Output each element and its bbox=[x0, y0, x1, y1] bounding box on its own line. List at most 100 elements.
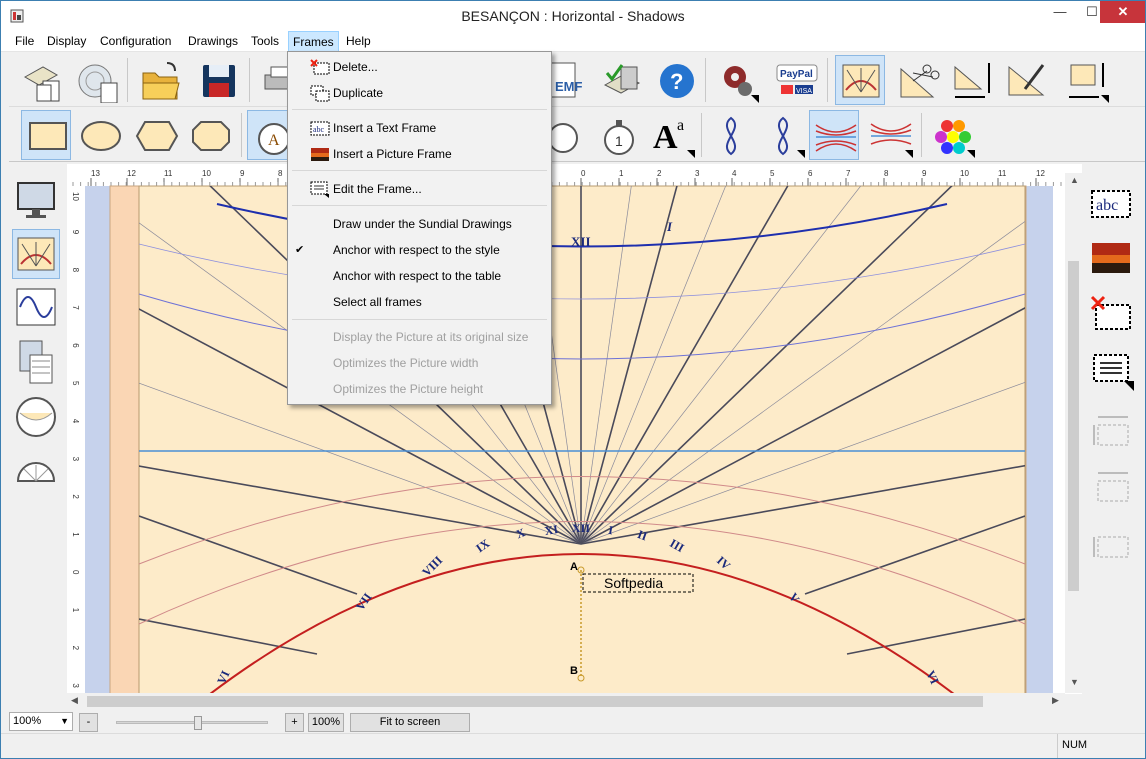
calculate-button[interactable] bbox=[597, 55, 647, 105]
menu-item-duplicate[interactable]: Duplicate bbox=[288, 81, 551, 105]
menu-item-select-all[interactable]: Select all frames bbox=[288, 290, 551, 314]
top-ruler-label: 10 bbox=[202, 169, 211, 178]
menu-item-delete[interactable]: Delete... bbox=[288, 55, 551, 79]
edit-frame-button[interactable] bbox=[1088, 345, 1138, 395]
menu-item-insert-text-frame-label: Insert a Text Frame bbox=[333, 121, 437, 135]
zoom-slider-track[interactable] bbox=[116, 721, 268, 724]
menu-frames[interactable]: Frames bbox=[288, 31, 339, 52]
top-ruler-label: 0 bbox=[581, 169, 586, 178]
close-button[interactable]: ✕ bbox=[1100, 1, 1145, 23]
scroll-left-arrow-icon[interactable]: ◀ bbox=[71, 695, 78, 706]
menu-item-optimize-width[interactable]: Optimizes the Picture width bbox=[288, 351, 551, 375]
date-lines-button[interactable] bbox=[809, 110, 859, 160]
octagon-shape-button[interactable] bbox=[185, 110, 235, 160]
frame-panel: abc bbox=[1084, 173, 1144, 691]
save-disk-icon bbox=[203, 65, 235, 97]
menu-item-anchor-table[interactable]: Anchor with respect to the table bbox=[288, 264, 551, 288]
new-document-button[interactable] bbox=[17, 55, 67, 105]
scroll-down-arrow-icon[interactable]: ▼ bbox=[1070, 677, 1079, 687]
left-ruler-label: 1 bbox=[71, 532, 80, 537]
menu-item-original-size[interactable]: Display the Picture at its original size bbox=[288, 325, 551, 349]
resize-frame-button[interactable] bbox=[1061, 55, 1111, 105]
semicircle-dial-button[interactable] bbox=[12, 445, 60, 495]
style-one-button[interactable]: 1 bbox=[593, 110, 643, 160]
scroll-up-arrow-icon[interactable]: ▲ bbox=[1070, 175, 1079, 185]
resize-triangle-button[interactable] bbox=[947, 55, 997, 105]
measure-tool-button[interactable] bbox=[1001, 55, 1051, 105]
ellipse-shape-button[interactable] bbox=[75, 110, 125, 160]
analemma-options-button[interactable] bbox=[757, 110, 807, 160]
resize-frame-height-button[interactable] bbox=[1088, 521, 1138, 571]
table-view-button[interactable] bbox=[12, 175, 60, 225]
analemma-button[interactable] bbox=[705, 110, 755, 160]
menu-tools[interactable]: Tools bbox=[251, 34, 279, 48]
insert-text-frame-button[interactable]: abc bbox=[1088, 179, 1138, 229]
font-button[interactable]: Aa bbox=[647, 110, 697, 160]
insert-picture-frame-button[interactable] bbox=[1088, 233, 1138, 283]
svg-text:abc: abc bbox=[313, 125, 325, 134]
rectangle-shape-button[interactable] bbox=[21, 110, 71, 160]
astrolabe-button[interactable] bbox=[71, 55, 121, 105]
donate-paypal-button[interactable]: PayPal VISA bbox=[771, 55, 821, 105]
top-ruler-label: 3 bbox=[695, 169, 700, 178]
resize-frame-height-disabled-icon bbox=[1093, 536, 1129, 558]
menu-help[interactable]: Help bbox=[346, 34, 371, 48]
scroll-right-arrow-icon[interactable]: ▶ bbox=[1052, 695, 1059, 706]
sundial-table[interactable] bbox=[138, 185, 1026, 694]
help-icon: ? bbox=[660, 64, 694, 98]
resize-frame-vertical-button[interactable] bbox=[1088, 409, 1138, 459]
hexagon-shape-button[interactable] bbox=[131, 110, 181, 160]
delete-frame-button[interactable] bbox=[1088, 289, 1138, 339]
menu-item-insert-text-frame[interactable]: abc Insert a Text Frame bbox=[288, 116, 551, 140]
horizontal-scrollbar[interactable]: ◀ ▶ bbox=[67, 693, 1065, 710]
left-ruler-label: 0 bbox=[71, 570, 80, 575]
sundial-drawing[interactable]: 13 12 11 10 9 8 0 1 2 3 4 5 6 7 8 9 10 11 12 1098765432101… bbox=[67, 164, 1082, 694]
menu-file[interactable]: File bbox=[15, 34, 34, 48]
menu-item-draw-under[interactable]: Draw under the Sundial Drawings bbox=[288, 212, 551, 236]
top-ruler-label: 9 bbox=[240, 169, 245, 178]
help-button[interactable]: ? bbox=[651, 55, 701, 105]
menu-item-anchor-style[interactable]: ✔ Anchor with respect to the style bbox=[288, 238, 551, 262]
menu-configuration[interactable]: Configuration bbox=[100, 34, 171, 48]
vertical-scrollbar[interactable]: ▲ ▼ bbox=[1065, 173, 1082, 693]
settings-button[interactable] bbox=[711, 55, 761, 105]
zoom-in-button[interactable]: + bbox=[285, 713, 304, 732]
drawing-canvas[interactable]: 13 12 11 10 9 8 0 1 2 3 4 5 6 7 8 9 10 11 12 10 9 8 7 6 5 4 3 2 1 0 1… bbox=[67, 164, 1082, 694]
zoom-reset-button[interactable]: 100% bbox=[308, 713, 344, 732]
open-button[interactable] bbox=[135, 55, 185, 105]
calculator-button[interactable] bbox=[12, 337, 60, 387]
monitor-icon bbox=[17, 182, 55, 218]
fit-to-screen-button[interactable]: Fit to screen bbox=[350, 713, 470, 732]
sundial-panel-button[interactable] bbox=[12, 229, 60, 279]
text-frame-icon: abc bbox=[1091, 190, 1131, 218]
analemma-icon bbox=[725, 116, 737, 156]
edit-frame-icon bbox=[310, 181, 329, 198]
menu-display[interactable]: Display bbox=[47, 34, 86, 48]
picture-frame-icon bbox=[1092, 243, 1130, 273]
minimize-button[interactable]: — bbox=[1043, 1, 1077, 23]
menu-item-anchor-style-label: Anchor with respect to the style bbox=[333, 243, 500, 257]
menu-drawings[interactable]: Drawings bbox=[188, 34, 238, 48]
num-lock-indicator: NUM bbox=[1057, 734, 1143, 758]
zoom-out-button[interactable]: - bbox=[79, 713, 98, 732]
zoom-slider-thumb[interactable] bbox=[194, 716, 202, 730]
polar-dial-button[interactable] bbox=[12, 393, 60, 443]
zoom-select[interactable]: 100% ▼ bbox=[9, 712, 73, 731]
sine-graph-icon bbox=[16, 288, 56, 326]
colors-button[interactable] bbox=[927, 110, 977, 160]
left-ruler-label: 2 bbox=[71, 494, 80, 499]
date-lines-options-button[interactable] bbox=[865, 110, 915, 160]
save-button[interactable] bbox=[193, 55, 243, 105]
vertical-scroll-thumb[interactable] bbox=[1068, 261, 1079, 591]
resize-frame-horizontal-button[interactable] bbox=[1088, 465, 1138, 515]
left-ruler-label: 3 bbox=[71, 683, 80, 688]
menu-item-optimize-height[interactable]: Optimizes the Picture height bbox=[288, 377, 551, 401]
menu-item-edit-frame[interactable]: Edit the Frame... bbox=[288, 177, 551, 201]
menu-item-insert-picture-frame[interactable]: Insert a Picture Frame bbox=[288, 142, 551, 166]
top-ruler-label: 8 bbox=[278, 169, 283, 178]
graph-button[interactable] bbox=[12, 283, 60, 333]
cut-tool-button[interactable] bbox=[893, 55, 943, 105]
horizontal-scroll-thumb[interactable] bbox=[87, 696, 983, 707]
menu-item-select-all-label: Select all frames bbox=[333, 295, 422, 309]
sundial-view-button[interactable] bbox=[835, 55, 885, 105]
